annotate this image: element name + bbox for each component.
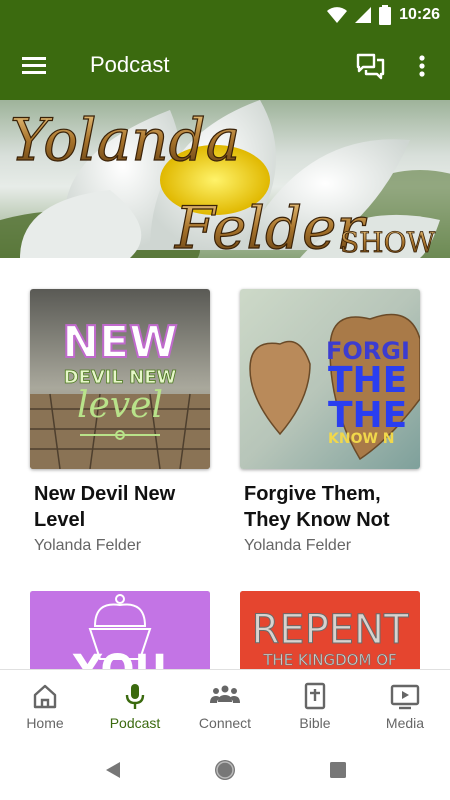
recents-icon[interactable] [330, 762, 346, 778]
podcast-cover[interactable]: REPENT THE KINGDOM OF [240, 591, 420, 669]
menu-icon[interactable] [20, 52, 50, 80]
podcast-cover[interactable]: YOU [30, 591, 210, 669]
nav-home[interactable]: Home [0, 670, 90, 741]
bottom-navigation: Home Podcast Connect Bible Media [0, 669, 450, 741]
svg-text:level: level [77, 385, 163, 426]
nav-media[interactable]: Media [360, 670, 450, 741]
page-title: Podcast [90, 52, 170, 77]
people-icon [210, 685, 240, 703]
podcast-cover[interactable]: NEW DEVIL NEW level [30, 289, 210, 469]
microphone-icon [125, 684, 145, 709]
podcast-author: Yolanda Felder [244, 537, 352, 554]
svg-text:Yolanda: Yolanda [10, 106, 240, 174]
hero-artwork: Yolanda Felder SHOW [0, 100, 450, 258]
battery-icon [379, 5, 392, 25]
status-bar: 10:26 [0, 0, 450, 32]
home-circle-icon[interactable] [213, 758, 237, 782]
podcast-title[interactable]: New Devil New Level [34, 481, 214, 533]
svg-text:YOU: YOU [72, 647, 167, 669]
nav-bible-label: Bible [299, 715, 331, 731]
podcast-cover[interactable]: FORGI THE THE KNOW N [240, 289, 420, 469]
svg-text:NEW: NEW [62, 317, 177, 368]
podcast-card[interactable]: YOU [30, 591, 210, 669]
app-bar: Podcast [0, 32, 450, 100]
svg-text:Felder: Felder [174, 194, 367, 258]
nav-media-label: Media [385, 715, 425, 731]
media-icon [390, 684, 420, 710]
system-navigation-bar [0, 741, 450, 800]
svg-text:THE: THE [328, 395, 407, 436]
nav-bible[interactable]: Bible [270, 670, 360, 741]
more-options-icon[interactable] [410, 50, 434, 82]
svg-text:SHOW: SHOW [340, 226, 436, 258]
svg-text:THE KINGDOM OF: THE KINGDOM OF [262, 651, 396, 669]
back-icon[interactable] [104, 761, 122, 779]
svg-text:REPENT: REPENT [252, 607, 409, 653]
hero-banner: Yolanda Felder SHOW [0, 100, 450, 258]
home-icon [33, 684, 57, 709]
podcast-card[interactable]: REPENT THE KINGDOM OF [240, 591, 420, 669]
nav-podcast-label: Podcast [109, 715, 161, 731]
podcast-title[interactable]: Forgive Them, They Know Not [244, 481, 424, 533]
nav-home-label: Home [26, 715, 64, 731]
nav-connect[interactable]: Connect [180, 670, 270, 741]
bible-icon [304, 682, 326, 710]
podcast-author: Yolanda Felder [34, 537, 142, 554]
nav-podcast[interactable]: Podcast [90, 670, 180, 741]
wifi-icon [327, 7, 348, 23]
clock: 10:26 [399, 6, 440, 23]
nav-connect-label: Connect [198, 715, 252, 731]
chat-icon[interactable] [354, 50, 386, 82]
cell-signal-icon [355, 7, 372, 23]
svg-text:KNOW N: KNOW N [328, 431, 395, 447]
